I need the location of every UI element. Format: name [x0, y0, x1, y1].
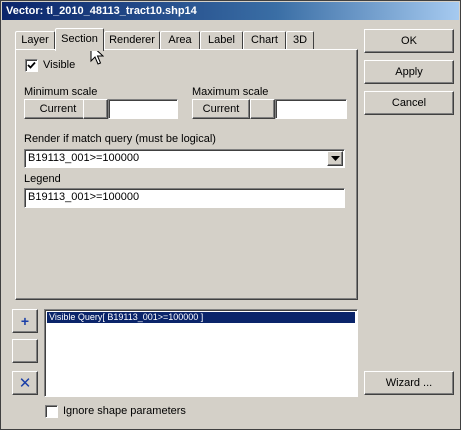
legend-label: Legend — [24, 173, 61, 185]
tab-chart[interactable]: Chart — [243, 31, 286, 50]
tab-label-label: Label — [208, 34, 235, 46]
max-scale-extra-button[interactable] — [250, 99, 275, 119]
query-value: B19113_001>=100000 — [28, 152, 140, 164]
tab-section[interactable]: Section — [55, 28, 104, 51]
checkmark-icon — [27, 61, 36, 69]
min-scale-label: Minimum scale — [24, 86, 98, 98]
max-scale-input[interactable] — [275, 99, 347, 119]
apply-button[interactable]: Apply — [364, 60, 454, 84]
max-scale-current-label: Current — [202, 103, 240, 115]
visible-label: Visible — [43, 59, 76, 71]
ignore-shape-label: Ignore shape parameters — [63, 405, 186, 417]
tab-renderer-label: Renderer — [109, 34, 155, 46]
ok-label: OK — [401, 35, 417, 47]
tab-layer[interactable]: Layer — [15, 31, 55, 50]
min-scale-current-label: Current — [39, 103, 77, 115]
tab-area[interactable]: Area — [160, 31, 200, 50]
list-item[interactable]: Visible Query[ B19113_001>=100000 ] — [47, 312, 355, 323]
section-panel: Visible Minimum scale Current Maximum sc… — [15, 44, 358, 300]
tab-area-label: Area — [168, 34, 192, 46]
legend-input[interactable]: B19113_001>=100000 — [24, 188, 345, 208]
window-title: Vector: tl_2010_48113_tract10.shp14 — [6, 5, 197, 17]
apply-label: Apply — [395, 66, 423, 78]
min-scale-input[interactable] — [108, 99, 178, 119]
plus-icon: + — [20, 313, 30, 329]
max-scale-current-button[interactable]: Current — [192, 99, 250, 119]
query-dropdown-button[interactable] — [327, 151, 343, 166]
ok-button[interactable]: OK — [364, 29, 454, 53]
chevron-down-icon — [330, 155, 340, 161]
min-scale-extra-button[interactable] — [83, 99, 108, 119]
cancel-button[interactable]: Cancel — [364, 91, 454, 115]
add-button[interactable]: + — [12, 309, 38, 333]
wizard-label: Wizard ... — [385, 377, 433, 389]
query-select[interactable]: B19113_001>=100000 — [24, 149, 345, 168]
delete-icon: ✕ — [18, 375, 32, 392]
min-scale-current-button[interactable]: Current — [24, 99, 92, 119]
move-button[interactable] — [12, 339, 38, 363]
visible-checkbox[interactable] — [25, 59, 38, 72]
tab-3d[interactable]: 3D — [286, 31, 314, 50]
delete-button[interactable]: ✕ — [12, 371, 38, 395]
query-label: Render if match query (must be logical) — [24, 133, 216, 145]
tab-layer-label: Layer — [21, 34, 49, 46]
tab-renderer[interactable]: Renderer — [104, 31, 160, 50]
legend-value: B19113_001>=100000 — [28, 191, 140, 203]
tab-chart-label: Chart — [251, 34, 278, 46]
query-list[interactable]: Visible Query[ B19113_001>=100000 ] — [44, 309, 358, 397]
ignore-shape-checkbox[interactable] — [45, 405, 58, 418]
tab-section-label: Section — [61, 33, 98, 45]
cancel-label: Cancel — [391, 97, 427, 109]
wizard-button[interactable]: Wizard ... — [364, 371, 454, 395]
dialog-window: Vector: tl_2010_48113_tract10.shp14 Laye… — [0, 0, 461, 430]
tab-3d-label: 3D — [292, 34, 308, 46]
max-scale-label: Maximum scale — [192, 86, 269, 98]
tab-label[interactable]: Label — [200, 31, 243, 50]
title-bar[interactable]: Vector: tl_2010_48113_tract10.shp14 — [2, 2, 459, 20]
